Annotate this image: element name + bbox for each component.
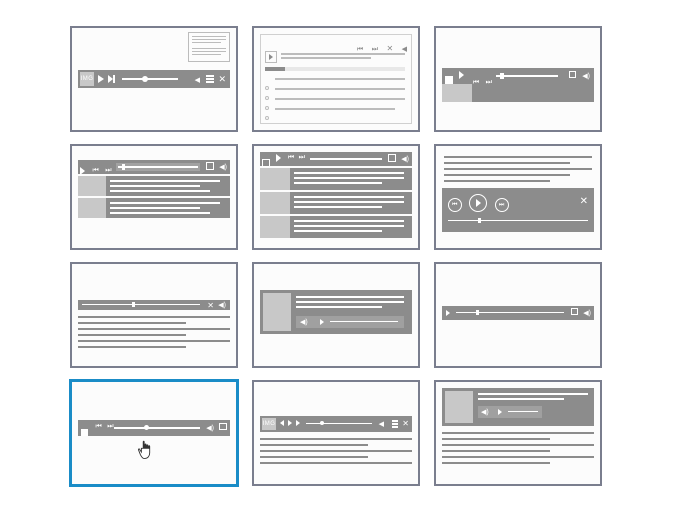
stop-icon — [81, 429, 88, 436]
list-thumb — [78, 198, 106, 218]
volume-icon: ◀) — [582, 72, 590, 80]
list-thumb — [260, 216, 290, 238]
volume-icon: ◀ — [379, 420, 384, 428]
shuffle-icon: ✕ — [580, 196, 588, 207]
cursor-hand-icon — [136, 440, 156, 464]
album-art: IMG — [80, 72, 94, 86]
menu-icon — [206, 75, 214, 83]
progress-track — [306, 423, 372, 424]
progress-track — [122, 78, 178, 80]
prev-icon: ⏮ — [92, 167, 98, 174]
play-icon — [276, 154, 281, 162]
stop-icon — [445, 76, 453, 84]
volume-icon: ◀) — [401, 155, 409, 163]
progress-track — [508, 411, 538, 412]
template-card-3[interactable]: ⏮ ⏭ ◀) — [434, 26, 602, 132]
prev-icon: ⏮ — [95, 423, 101, 430]
volume-icon: ◀) — [219, 163, 227, 171]
album-art — [445, 391, 473, 423]
template-card-11[interactable]: IMG ◀ ✕ — [252, 380, 420, 486]
template-card-7[interactable]: ✕ ◀) — [70, 262, 238, 368]
progress-track — [82, 304, 200, 305]
progress-track — [114, 427, 200, 429]
play-icon — [80, 167, 85, 175]
next-icon: ⏭ — [372, 46, 378, 53]
progress-track — [116, 163, 200, 171]
play-icon — [469, 194, 487, 212]
screen-icon — [219, 423, 227, 430]
next-icon: ⏭ — [107, 423, 113, 430]
progress-track — [330, 321, 398, 322]
shuffle-icon: ✕ — [402, 419, 409, 428]
prev-icon: ⏮ — [288, 154, 294, 161]
prev-icon: ⏮ — [357, 46, 363, 53]
volume-icon: ◀) — [481, 408, 489, 416]
volume-icon: ◀) — [300, 318, 308, 326]
list-thumb — [260, 168, 290, 190]
play-icon — [446, 310, 450, 316]
template-card-10[interactable]: ⏮ ⏭ ◀) — [70, 380, 238, 486]
volume-icon: ◀) — [206, 424, 214, 432]
fullscreen-icon — [206, 162, 214, 170]
volume-icon: ◀ — [195, 76, 200, 84]
album-art — [442, 84, 472, 102]
menu-icon — [392, 420, 398, 428]
progress-track — [265, 67, 405, 71]
template-card-5[interactable]: ⏮ ⏭ ◀) — [252, 144, 420, 250]
album-art — [263, 293, 291, 331]
template-card-8[interactable]: ◀) — [252, 262, 420, 368]
progress-track — [456, 312, 564, 313]
next-icon: ⏭ — [299, 154, 305, 161]
template-card-12[interactable]: ◀) — [434, 380, 602, 486]
next-icon — [296, 420, 300, 426]
play-icon — [98, 75, 104, 83]
prev-icon — [280, 420, 284, 426]
progress-track — [310, 158, 382, 160]
fullscreen-icon — [388, 154, 396, 162]
list-thumb — [260, 192, 290, 214]
shuffle-icon: ✕ — [386, 44, 393, 53]
prev-icon: ⏮ — [448, 198, 462, 212]
volume-icon: ◀) — [583, 309, 591, 317]
play-icon — [288, 420, 292, 426]
progress-track — [496, 75, 558, 77]
play-button — [265, 51, 277, 63]
template-card-1[interactable]: IMG ◀ ✕ — [70, 26, 238, 132]
template-card-4[interactable]: ⏮ ⏭ ◀) — [70, 144, 238, 250]
next-icon: ⏭ — [105, 167, 111, 174]
template-card-6[interactable]: ⏮ ⏭ ✕ — [434, 144, 602, 250]
list-thumb — [78, 176, 106, 196]
fullscreen-icon — [569, 71, 576, 78]
next-icon: ⏭ — [495, 198, 509, 212]
template-card-9[interactable]: ◀) — [434, 262, 602, 368]
progress-track — [448, 220, 588, 221]
shuffle-icon: ✕ — [218, 74, 226, 85]
shuffle-icon: ✕ — [207, 301, 214, 310]
volume-icon: ◀ — [402, 46, 407, 53]
volume-icon: ◀) — [218, 301, 226, 309]
play-icon — [498, 409, 502, 415]
album-art: IMG — [262, 418, 276, 430]
template-card-2[interactable]: ⏮ ⏭ ✕ ◀ — [252, 26, 420, 132]
play-icon — [320, 319, 324, 325]
fullscreen-icon — [571, 308, 578, 315]
play-icon — [459, 71, 464, 79]
